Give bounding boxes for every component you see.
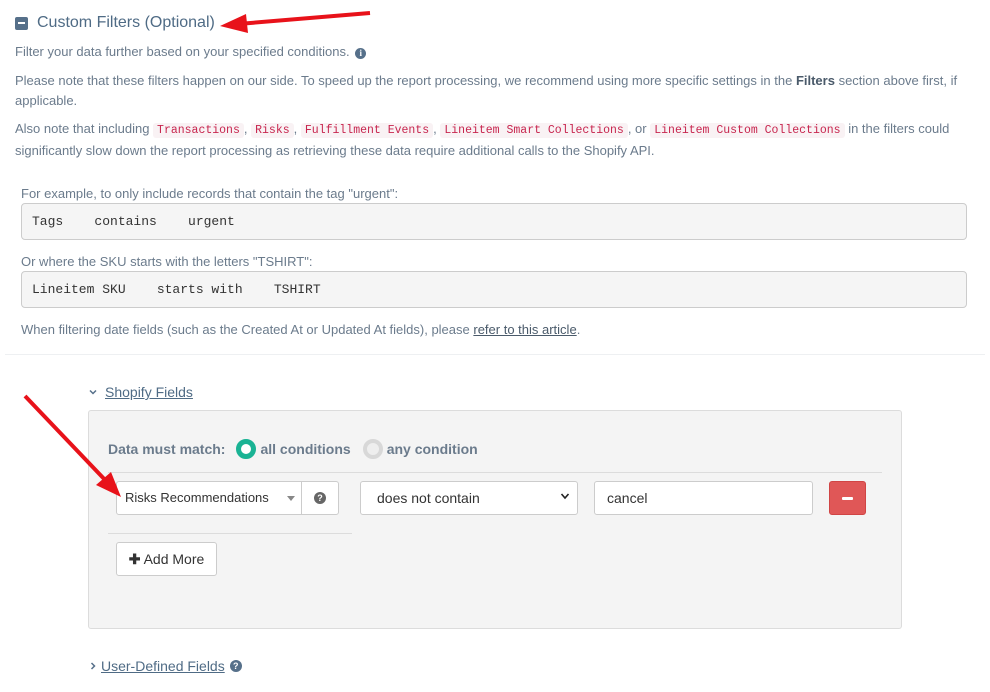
shopify-fields-link[interactable]: Shopify Fields xyxy=(105,384,193,400)
value-text: cancel xyxy=(607,490,648,506)
user-defined-link[interactable]: User-Defined Fields xyxy=(101,658,225,674)
article-link[interactable]: refer to this article xyxy=(473,322,576,337)
chevron-down-icon xyxy=(89,389,97,395)
info-icon[interactable]: i xyxy=(355,48,367,59)
arrow-to-title xyxy=(220,11,371,33)
pill-fulfillment-events: Fulfillment Events xyxy=(300,123,434,138)
separator: , xyxy=(293,121,298,136)
radio-all-conditions[interactable] xyxy=(236,439,257,459)
example1-code: Tags contains urgent xyxy=(21,203,967,240)
intro-line: Filter your data further based on your s… xyxy=(15,42,970,62)
chevron-right-icon xyxy=(90,662,96,670)
remove-rule-button[interactable] xyxy=(829,481,866,515)
slowdown-note: Also note that including Transactions, R… xyxy=(15,119,970,160)
collapse-icon[interactable] xyxy=(15,16,28,30)
match-row: Data must match: all conditions any cond… xyxy=(108,439,478,459)
value-input[interactable]: cancel xyxy=(594,481,813,515)
field-select[interactable]: Risks Recommendations xyxy=(116,481,302,515)
divider xyxy=(5,354,985,355)
match-divider xyxy=(108,472,882,473)
question-icon[interactable]: ? xyxy=(229,660,242,672)
field-select-value: Risks Recommendations xyxy=(125,490,269,505)
performance-note: Please note that these filters happen on… xyxy=(15,71,970,110)
example2-caption: Or where the SKU starts with the letters… xyxy=(21,254,313,269)
radio-any-condition[interactable] xyxy=(362,439,383,459)
rule-divider xyxy=(108,533,352,534)
custom-filters-header[interactable]: Custom Filters (Optional) xyxy=(15,14,215,32)
pill-custom-collections: Lineitem Custom Collections xyxy=(650,123,845,138)
field-help-button[interactable]: ? xyxy=(301,481,339,515)
chevron-down-icon xyxy=(560,493,570,500)
add-more-label: Add More xyxy=(143,551,205,567)
section-title: Custom Filters (Optional) xyxy=(37,14,215,31)
user-defined-toggle[interactable]: User-Defined Fields ? xyxy=(88,658,242,674)
example2-code: Lineitem SKU starts with TSHIRT xyxy=(21,271,967,308)
add-more-button[interactable]: ✚ Add More xyxy=(116,542,217,576)
pill-risks: Risks xyxy=(251,123,294,138)
operator-value: does not contain xyxy=(377,490,480,506)
date-note-text: . xyxy=(576,322,581,337)
example1-caption: For example, to only include records tha… xyxy=(21,186,399,201)
separator: , xyxy=(243,121,248,136)
date-note: When filtering date fields (such as the … xyxy=(21,322,580,337)
pill-transactions: Transactions xyxy=(153,123,244,138)
filters-bold: Filters xyxy=(795,73,835,88)
operator-select[interactable]: does not contain xyxy=(360,481,578,515)
intro-text: Filter your data further based on your s… xyxy=(15,44,350,59)
all-conditions-label[interactable]: all conditions xyxy=(260,441,350,457)
match-label: Data must match: xyxy=(108,441,226,457)
caret-down-icon xyxy=(287,496,295,501)
note-text: Also note that including xyxy=(15,121,154,136)
separator: , xyxy=(433,121,437,136)
separator: , or xyxy=(627,121,647,136)
question-icon: ? xyxy=(314,492,326,504)
shopify-fields-toggle[interactable]: Shopify Fields xyxy=(88,384,193,400)
note-text: Please note that these filters happen on… xyxy=(15,73,796,88)
pill-smart-collections: Lineitem Smart Collections xyxy=(440,123,628,138)
date-note-text: When filtering date fields (such as the … xyxy=(21,322,474,337)
any-condition-label[interactable]: any condition xyxy=(387,441,478,457)
plus-icon: ✚ xyxy=(128,551,141,567)
